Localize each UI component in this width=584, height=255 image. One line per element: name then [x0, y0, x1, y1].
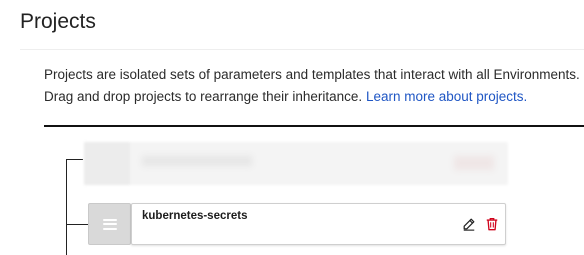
placeholder-actions	[454, 156, 494, 170]
header-divider	[20, 49, 584, 50]
learn-more-link[interactable]: Learn more about projects.	[366, 89, 527, 104]
placeholder-handle	[84, 142, 130, 185]
dragging-project-placeholder	[84, 142, 508, 185]
project-card[interactable]: kubernetes-secrets	[131, 203, 506, 245]
placeholder-name	[142, 156, 252, 166]
tree-connector-branch	[66, 224, 88, 225]
tree-root-rule	[44, 125, 584, 127]
projects-page: Projects Projects are isolated sets of p…	[0, 0, 584, 255]
project-row: kubernetes-secrets	[88, 203, 506, 245]
drag-handle-icon[interactable]	[88, 203, 131, 245]
project-name: kubernetes-secrets	[142, 210, 248, 222]
description-line-2: Drag and drop projects to rearrange thei…	[44, 86, 584, 108]
projects-description: Projects are isolated sets of parameters…	[44, 64, 584, 108]
description-line-2-text: Drag and drop projects to rearrange thei…	[44, 89, 366, 104]
page-title: Projects	[20, 10, 96, 33]
pencil-icon[interactable]	[462, 217, 476, 231]
tree-connector-vertical	[66, 159, 67, 255]
trash-icon[interactable]	[485, 217, 499, 231]
description-line-1: Projects are isolated sets of parameters…	[44, 67, 580, 82]
tree-connector-branch	[66, 159, 83, 160]
